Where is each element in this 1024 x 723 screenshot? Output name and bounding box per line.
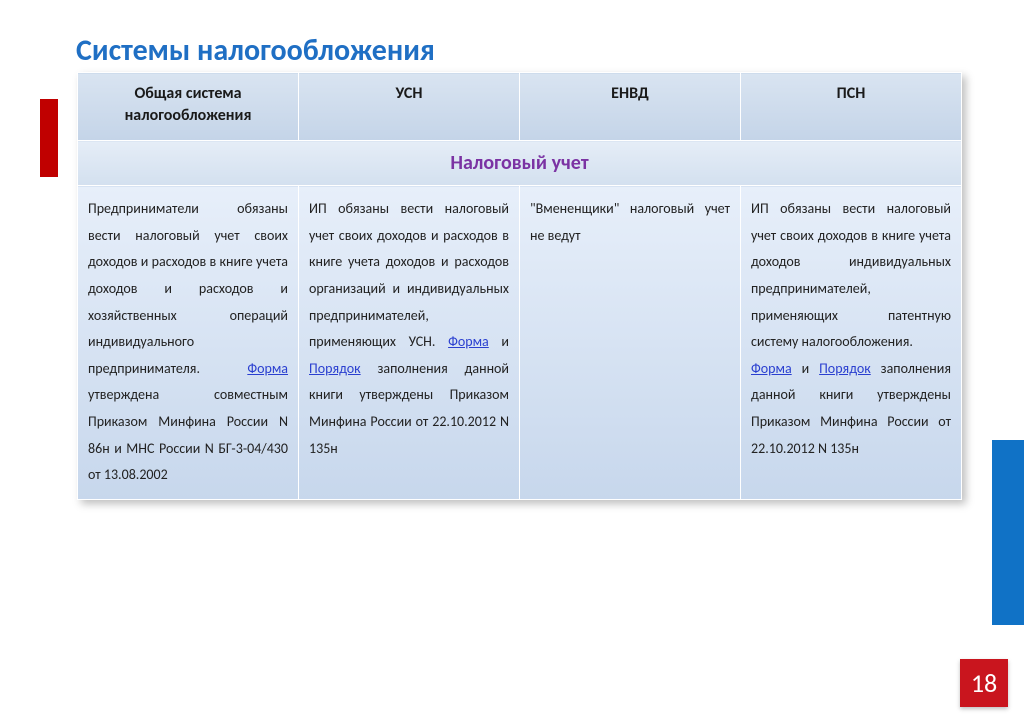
page-title: Системы налогообложения	[76, 32, 435, 69]
cell-general: Предприниматели обязаны вести налоговый …	[78, 186, 299, 500]
link-form-usn[interactable]: Форма	[448, 333, 489, 350]
section-row: Налоговый учет	[78, 141, 962, 186]
cell-psn: ИП обязаны вести налоговый учет своих до…	[741, 186, 962, 500]
slide: Системы налогообложения Общая система на…	[0, 0, 1024, 723]
cell-envd: "Вмененщики" налоговый учет не ведут	[520, 186, 741, 500]
cell-usn: ИП обязаны вести налоговый учет своих до…	[299, 186, 520, 500]
content-row: Предприниматели обязаны вести налоговый …	[78, 186, 962, 500]
col-header-envd: ЕНВД	[520, 73, 741, 141]
col-header-psn: ПСН	[741, 73, 962, 141]
cell-psn-mid: и	[792, 360, 819, 377]
cell-psn-text-pre: ИП обязаны вести налоговый учет своих до…	[751, 200, 951, 350]
table-header-row: Общая система налогообложения УСН ЕНВД П…	[78, 73, 962, 141]
link-form-general[interactable]: Форма	[247, 360, 288, 377]
cell-usn-text-pre: ИП обязаны вести налоговый учет своих до…	[309, 200, 509, 350]
cell-envd-text: "Вмененщики" налоговый учет не ведут	[530, 200, 730, 244]
cell-usn-mid: и	[489, 333, 509, 350]
section-title: Налоговый учет	[78, 141, 962, 186]
col-header-general: Общая система налогообложения	[78, 73, 299, 141]
tax-systems-table: Общая система налогообложения УСН ЕНВД П…	[77, 72, 962, 500]
decorative-red-bar	[40, 99, 58, 177]
link-form-psn[interactable]: Форма	[751, 360, 792, 377]
cell-general-text-pre: Предприниматели обязаны вести налоговый …	[88, 200, 288, 377]
link-order-usn[interactable]: Порядок	[309, 360, 361, 377]
decorative-blue-block	[992, 440, 1024, 625]
col-header-usn: УСН	[299, 73, 520, 141]
link-order-psn[interactable]: Порядок	[819, 360, 871, 377]
cell-general-text-post: утверждена совместным Приказом Минфина Р…	[88, 386, 288, 483]
page-number-badge: 18	[960, 659, 1008, 707]
